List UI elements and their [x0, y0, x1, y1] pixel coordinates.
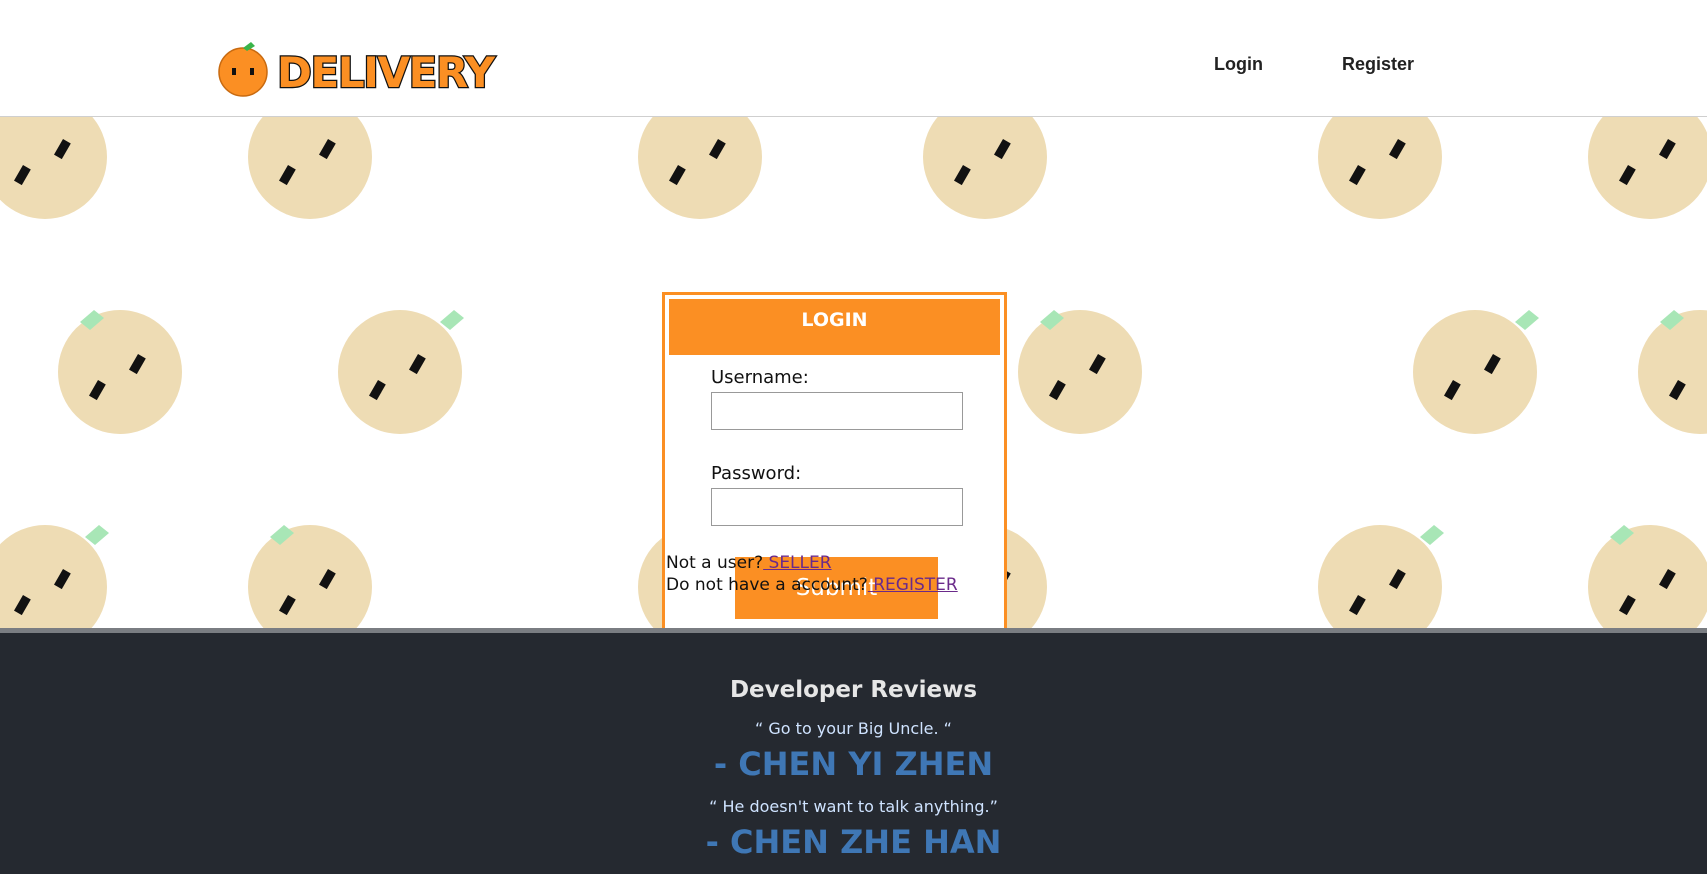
password-input[interactable] — [711, 488, 963, 526]
review-author: - CHEN YI ZHEN — [713, 745, 994, 783]
logo-text: DELIVERY — [277, 48, 496, 97]
orange-pattern-icon — [1588, 525, 1707, 628]
orange-pattern-icon — [638, 117, 762, 219]
orange-pattern-icon — [1588, 117, 1707, 219]
orange-pattern-icon — [338, 310, 464, 434]
username-input[interactable] — [711, 392, 963, 430]
orange-pattern-icon — [1018, 310, 1142, 434]
orange-pattern-icon — [0, 117, 107, 219]
review-quote: “ He doesn't want to talk anything.” — [709, 797, 998, 816]
not-user-text: Not a user? — [666, 553, 764, 573]
review-author: - CHEN ZHE HAN — [705, 823, 1002, 861]
nav-login-link[interactable]: Login — [1214, 54, 1263, 75]
reviews-title: Developer Reviews — [729, 677, 978, 703]
register-link[interactable]: REGISTER — [868, 575, 957, 595]
login-title: LOGIN — [669, 299, 1000, 355]
orange-pattern-icon — [1318, 117, 1442, 219]
hero-section: LOGIN Username: Password: Submit Not a u… — [0, 117, 1707, 628]
orange-pattern-icon — [1413, 310, 1539, 434]
seller-prompt: Not a user? SELLER — [666, 552, 832, 574]
site-footer: Developer Reviews “ Go to your Big Uncle… — [0, 628, 1707, 874]
review-quote: “ Go to your Big Uncle. “ — [755, 719, 952, 738]
orange-pattern-icon — [248, 525, 372, 628]
orange-mascot-icon — [218, 42, 268, 97]
no-account-text: Do not have a account? — [666, 575, 868, 595]
orange-pattern-icon — [1318, 525, 1444, 628]
password-label: Password: — [711, 463, 802, 484]
register-prompt: Do not have a account? REGISTER — [666, 574, 958, 596]
orange-pattern-icon — [248, 117, 372, 219]
delivery-logo[interactable]: DELIVERY — [215, 40, 500, 98]
orange-pattern-icon — [0, 525, 109, 628]
site-header: DELIVERY Login Register — [0, 0, 1707, 117]
orange-pattern-icon — [1638, 310, 1707, 434]
seller-link[interactable]: SELLER — [763, 553, 832, 573]
orange-pattern-icon — [58, 310, 182, 434]
nav-register-link[interactable]: Register — [1342, 54, 1414, 75]
username-label: Username: — [711, 367, 809, 388]
orange-pattern-icon — [923, 117, 1047, 219]
